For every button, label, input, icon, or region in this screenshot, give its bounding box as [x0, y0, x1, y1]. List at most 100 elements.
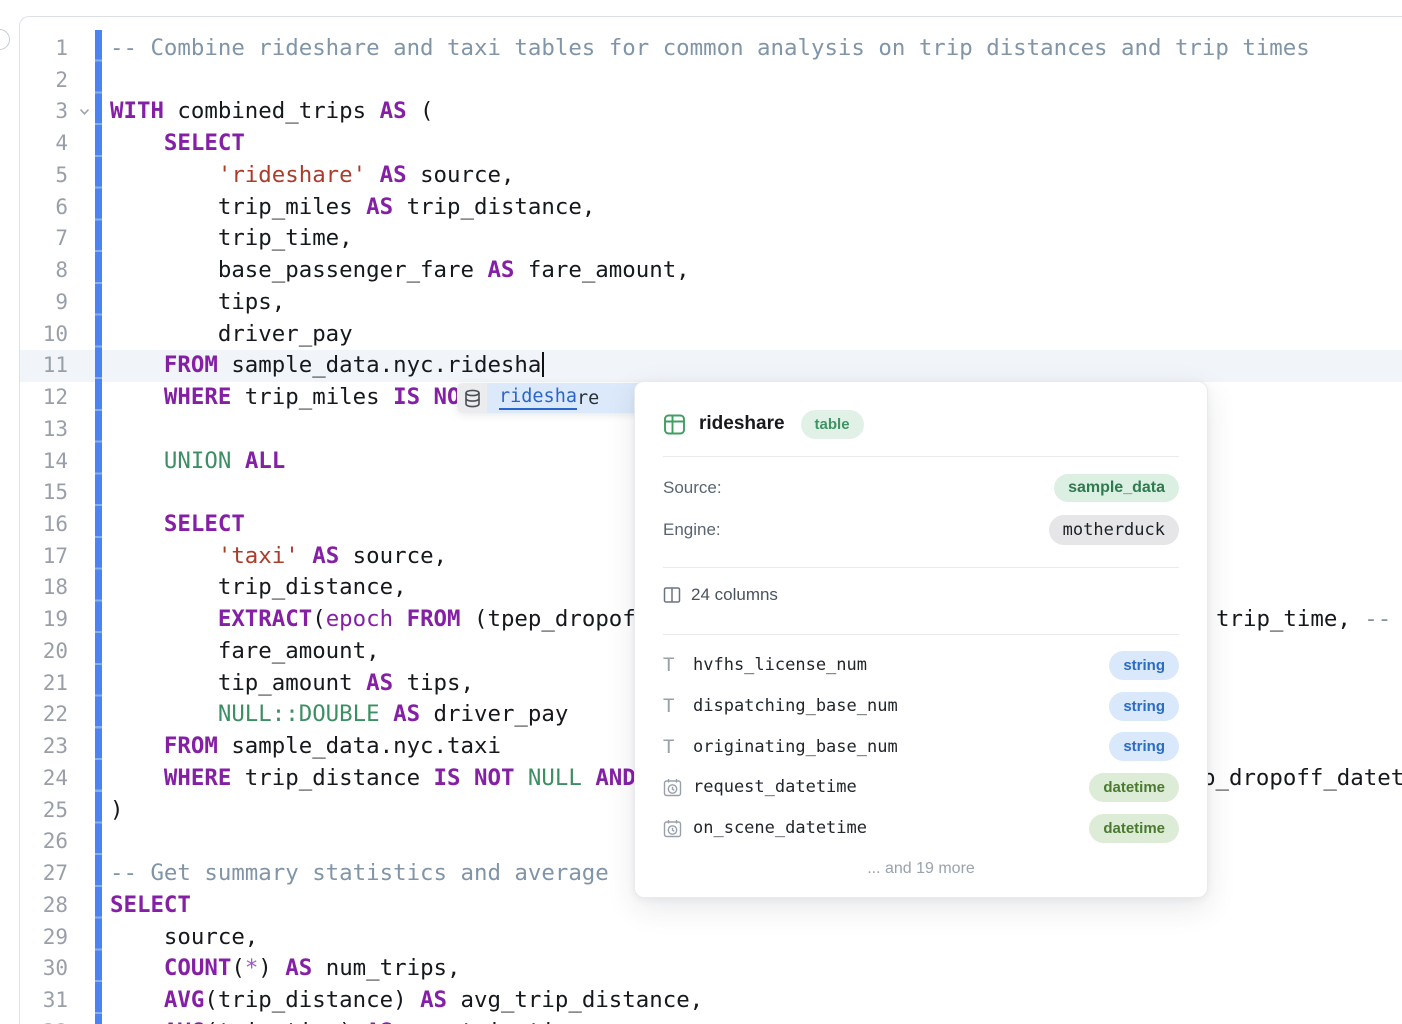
code-text: WITH combined_trips AS ( — [110, 96, 434, 128]
line-number: 9 — [0, 287, 68, 319]
code-line[interactable]: 4 SELECT — [0, 128, 1402, 160]
code-line[interactable]: 7 trip_time, — [0, 223, 1402, 255]
text-type-icon: T — [663, 736, 674, 758]
code-text: UNION ALL — [110, 446, 285, 478]
code-line[interactable]: 1-- Combine rideshare and taxi tables fo… — [0, 33, 1402, 65]
code-text: AVG(trip_distance) AS avg_trip_distance, — [110, 985, 703, 1017]
source-value-badge: sample_data — [1054, 474, 1179, 502]
line-number: 20 — [0, 636, 68, 668]
meta-row-source: Source: sample_data — [663, 467, 1179, 509]
line-number: 29 — [0, 922, 68, 954]
code-line[interactable]: 8 base_passenger_fare AS fare_amount, — [0, 255, 1402, 287]
column-name: originating_base_num — [693, 737, 1109, 757]
code-text: AVG(trip_time) AS avg_trip_time, — [110, 1017, 595, 1024]
line-number: 24 — [0, 763, 68, 795]
text-icon: T — [663, 695, 693, 717]
engine-value-badge: motherduck — [1049, 515, 1179, 545]
line-number: 12 — [0, 382, 68, 414]
line-number: 15 — [0, 477, 68, 509]
code-text: fare_amount, — [110, 636, 380, 668]
line-number: 21 — [0, 668, 68, 700]
code-text: source, — [110, 922, 258, 954]
code-line[interactable]: 32 AVG(trip_time) AS avg_trip_time, — [0, 1017, 1402, 1024]
datetime-type-icon — [663, 778, 682, 797]
text-type-icon: T — [663, 695, 674, 717]
code-line[interactable]: 3 WITH combined_trips AS ( — [0, 96, 1402, 128]
column-name: dispatching_base_num — [693, 696, 1109, 716]
database-icon — [457, 383, 487, 413]
autocomplete-suggestion-label[interactable]: rideshare — [487, 383, 643, 413]
line-number: 3 — [0, 96, 68, 128]
line-number: 23 — [0, 731, 68, 763]
column-name: request_datetime — [693, 777, 1089, 797]
column-row: on_scene_datetimedatetime — [663, 808, 1179, 849]
autocomplete-matched-text: ridesha — [499, 386, 577, 410]
line-number: 6 — [0, 192, 68, 224]
meta-row-engine: Engine: motherduck — [663, 509, 1179, 551]
code-text-after-popup: trip_time, -- — [1216, 604, 1391, 636]
column-row: Tdispatching_base_numstring — [663, 686, 1179, 727]
column-type-badge: string — [1109, 732, 1179, 761]
code-text: FROM sample_data.nyc.ridesha — [110, 350, 544, 382]
line-number: 18 — [0, 572, 68, 604]
code-text: SELECT — [110, 509, 245, 541]
code-text: FROM sample_data.nyc.taxi — [110, 731, 501, 763]
line-number: 27 — [0, 858, 68, 890]
popup-table-name: rideshare — [699, 413, 785, 435]
line-number: 22 — [0, 699, 68, 731]
code-line[interactable]: 6 trip_miles AS trip_distance, — [0, 192, 1402, 224]
line-number: 8 — [0, 255, 68, 287]
line-number: 28 — [0, 890, 68, 922]
code-text: COUNT(*) AS num_trips, — [110, 953, 461, 985]
text-icon: T — [663, 654, 693, 676]
datetime-icon — [663, 778, 693, 797]
code-line[interactable]: 31 AVG(trip_distance) AS avg_trip_distan… — [0, 985, 1402, 1017]
column-row: Toriginating_base_numstring — [663, 726, 1179, 767]
code-text: SELECT — [110, 128, 245, 160]
autocomplete-suggestion[interactable]: rideshare — [457, 383, 643, 413]
autocomplete-rest-text: re — [577, 388, 599, 409]
popup-header: rideshare table — [663, 404, 1179, 444]
column-type-badge: string — [1109, 651, 1179, 680]
fold-chevron-icon[interactable] — [77, 104, 93, 120]
more-columns-note: ... and 19 more — [663, 860, 1179, 878]
columns-count-text: 24 columns — [691, 585, 778, 605]
column-row: request_datetimedatetime — [663, 767, 1179, 808]
line-number: 10 — [0, 319, 68, 351]
changed-lines-bar — [95, 30, 102, 1024]
code-text: trip_time, — [110, 223, 353, 255]
code-text: EXTRACT(epoch FROM (tpep_dropof — [110, 604, 636, 636]
line-number: 25 — [0, 795, 68, 827]
line-number: 31 — [0, 985, 68, 1017]
line-number: 17 — [0, 541, 68, 573]
code-text: SELECT — [110, 890, 191, 922]
line-number: 2 — [0, 65, 68, 97]
code-text: base_passenger_fare AS fare_amount, — [110, 255, 690, 287]
line-number: 30 — [0, 953, 68, 985]
code-line[interactable]: 30 COUNT(*) AS num_trips, — [0, 953, 1402, 985]
code-text: ) — [110, 795, 123, 827]
code-text: -- Combine rideshare and taxi tables for… — [110, 33, 1310, 65]
columns-icon — [663, 586, 681, 604]
code-text: 'taxi' AS source, — [110, 541, 447, 573]
line-number: 14 — [0, 446, 68, 478]
code-line[interactable]: 5 'rideshare' AS source, — [0, 160, 1402, 192]
code-line[interactable]: 9 tips, — [0, 287, 1402, 319]
line-number: 19 — [0, 604, 68, 636]
code-line[interactable]: 11 FROM sample_data.nyc.ridesha — [0, 350, 1402, 382]
code-text: trip_distance, — [110, 572, 407, 604]
table-kind-badge: table — [801, 410, 864, 439]
line-number: 13 — [0, 414, 68, 446]
code-text: -- Get summary statistics and average — [110, 858, 622, 890]
column-type-badge: datetime — [1089, 814, 1179, 843]
column-type-badge: datetime — [1089, 773, 1179, 802]
text-type-icon: T — [663, 654, 674, 676]
line-number: 26 — [0, 826, 68, 858]
sql-editor: 1-- Combine rideshare and taxi tables fo… — [0, 0, 1402, 1024]
code-line[interactable]: 2 — [0, 65, 1402, 97]
columns-summary: 24 columns — [663, 568, 1179, 622]
line-number: 16 — [0, 509, 68, 541]
code-line[interactable]: 10 driver_pay — [0, 319, 1402, 351]
code-line[interactable]: 29 source, — [0, 922, 1402, 954]
text-cursor — [542, 352, 544, 377]
